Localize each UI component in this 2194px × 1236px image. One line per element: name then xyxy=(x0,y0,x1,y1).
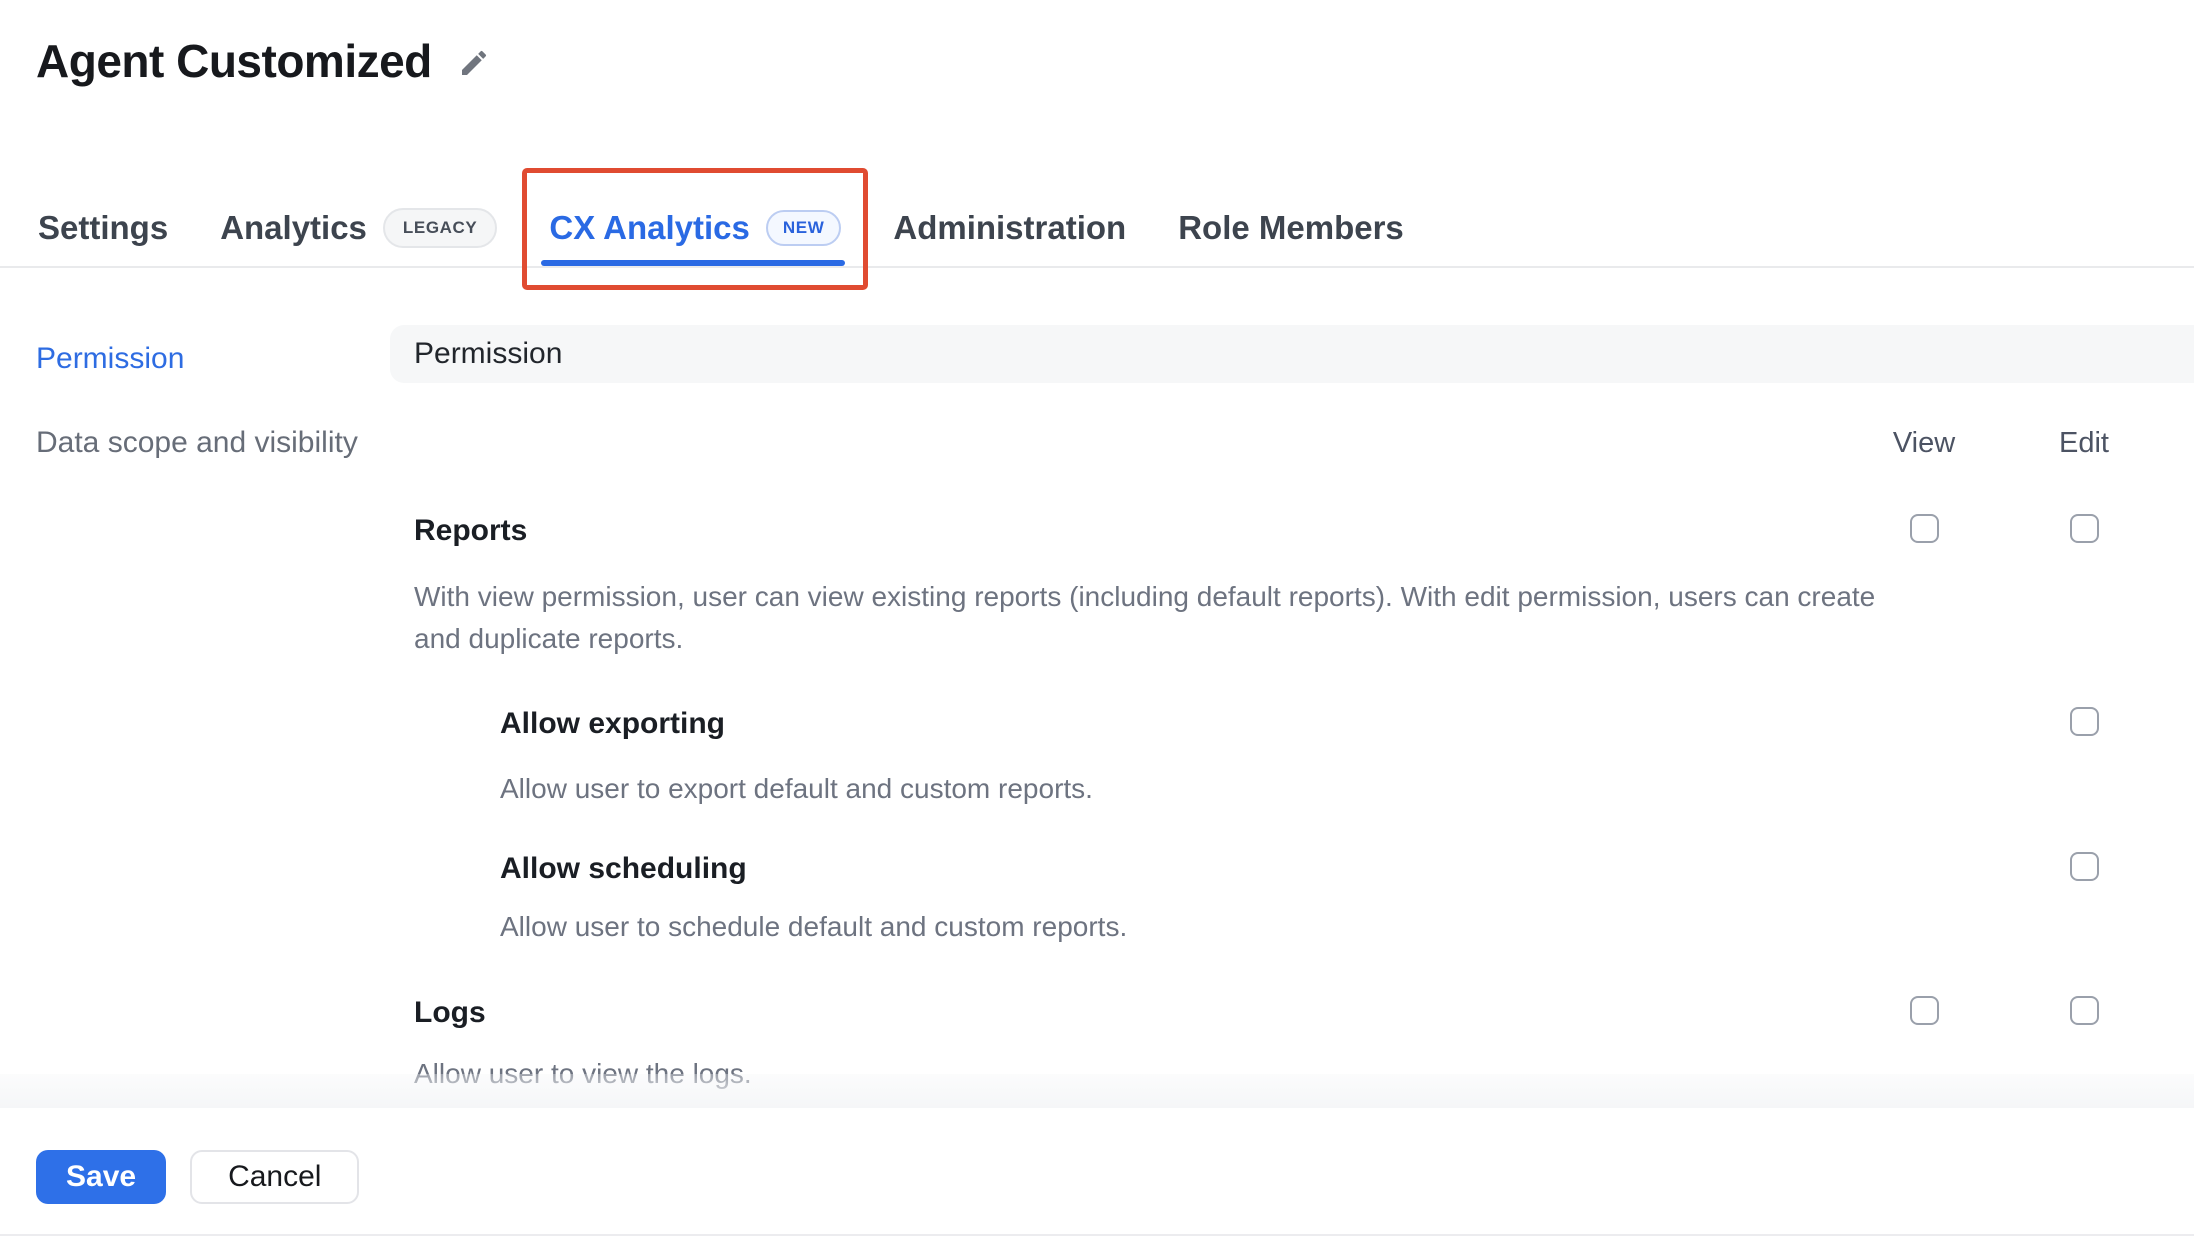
tab-role-members[interactable]: Role Members xyxy=(1178,190,1404,266)
permission-row-logs: Logs xyxy=(390,996,2194,1030)
tab-cx-analytics[interactable]: CX Analytics NEW xyxy=(549,190,841,266)
tab-analytics-label: Analytics xyxy=(220,209,367,247)
footer-bar: Save Cancel xyxy=(0,1108,2194,1236)
legacy-badge: LEGACY xyxy=(383,208,497,248)
save-button[interactable]: Save xyxy=(36,1150,166,1204)
allow-scheduling-label: Allow scheduling xyxy=(390,852,1844,886)
permission-row-allow-scheduling: Allow scheduling xyxy=(390,852,2194,886)
allow-exporting-label: Allow exporting xyxy=(390,707,1844,741)
tab-settings[interactable]: Settings xyxy=(38,190,168,266)
permission-row-allow-exporting: Allow exporting xyxy=(390,707,2194,741)
sidebar-item-data-scope[interactable]: Data scope and visibility xyxy=(36,426,390,460)
reports-edit-checkbox[interactable] xyxy=(2070,514,2099,543)
tab-administration[interactable]: Administration xyxy=(893,190,1126,266)
logs-edit-checkbox[interactable] xyxy=(2070,996,2099,1025)
section-header-bar: Permission xyxy=(390,325,2194,383)
reports-description: With view permission, user can view exis… xyxy=(414,576,1894,660)
permission-row-reports: Reports xyxy=(390,514,2194,548)
column-header-row: View Edit xyxy=(390,427,2194,460)
new-badge: NEW xyxy=(766,210,841,246)
logs-view-checkbox[interactable] xyxy=(1910,996,1939,1025)
tab-settings-label: Settings xyxy=(38,209,168,247)
logs-description: Allow user to view the logs. xyxy=(414,1053,1894,1095)
reports-label: Reports xyxy=(390,514,1844,548)
section-sidebar: Permission Data scope and visibility xyxy=(0,268,390,510)
tab-cx-analytics-label: CX Analytics xyxy=(549,209,750,247)
allow-scheduling-edit-checkbox[interactable] xyxy=(2070,852,2099,881)
logs-label: Logs xyxy=(390,996,1844,1030)
cancel-button[interactable]: Cancel xyxy=(190,1150,359,1204)
sidebar-item-permission[interactable]: Permission xyxy=(36,342,390,376)
reports-view-checkbox[interactable] xyxy=(1910,514,1939,543)
tab-administration-label: Administration xyxy=(893,209,1126,247)
allow-exporting-edit-checkbox[interactable] xyxy=(2070,707,2099,736)
page-header: Agent Customized xyxy=(0,0,2194,88)
allow-exporting-description: Allow user to export default and custom … xyxy=(500,768,1980,810)
allow-scheduling-description: Allow user to schedule default and custo… xyxy=(500,906,1980,948)
content-area: Permission Data scope and visibility Per… xyxy=(0,268,2194,1095)
edit-column-header: Edit xyxy=(2059,427,2109,460)
pencil-icon xyxy=(458,66,490,83)
tab-bar: Settings Analytics LEGACY CX Analytics N… xyxy=(0,190,2194,268)
active-tab-underline xyxy=(541,260,845,266)
tab-analytics[interactable]: Analytics LEGACY xyxy=(220,190,497,266)
tab-role-members-label: Role Members xyxy=(1178,209,1404,247)
page-title: Agent Customized xyxy=(36,34,432,88)
view-column-header: View xyxy=(1893,427,1955,460)
section-header-title: Permission xyxy=(414,337,562,371)
edit-title-button[interactable] xyxy=(458,47,490,79)
permission-panel: Permission View Edit Reports With view p… xyxy=(390,268,2194,1095)
